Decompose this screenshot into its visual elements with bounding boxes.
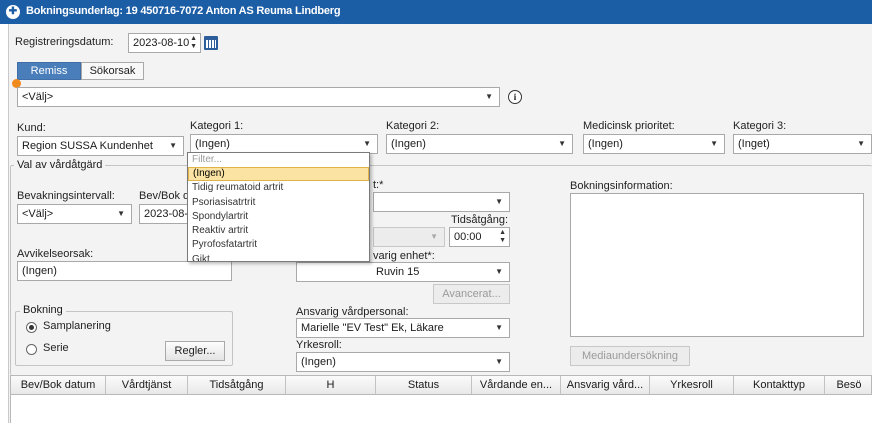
tidsatgang-label: Tidsåtgång: <box>451 214 509 226</box>
chevron-down-icon: ▼ <box>169 141 177 150</box>
date-spinner-icon[interactable]: ▲ ▼ <box>190 35 197 51</box>
serie-label: Serie <box>43 342 69 354</box>
column-header[interactable]: Vårdande en... <box>472 376 561 394</box>
ansvarig-enhet-value: Ruvin 15 <box>376 266 420 278</box>
column-header[interactable]: Tidsåtgång <box>188 376 286 394</box>
remiss-select[interactable]: <Välj> ▼ <box>17 87 500 107</box>
tab-sokorsak[interactable]: Sökorsak <box>81 62 144 80</box>
ansvarig-enhet-select[interactable]: Ruvin 15 ▼ <box>296 262 510 282</box>
kund-select-value: Region SUSSA Kundenhet <box>22 140 153 152</box>
column-header[interactable]: Vårdtjänst <box>106 376 188 394</box>
chevron-down-icon: ▼ <box>495 267 503 276</box>
ansvarig-vardpersonal-select[interactable]: Marielle "EV Test" Ek, Läkare ▼ <box>296 318 510 338</box>
kund-label: Kund: <box>17 122 46 134</box>
regler-button[interactable]: Regler... <box>165 341 225 361</box>
bokningsinformation-label: Bokningsinformation: <box>570 180 673 192</box>
kategori1-option[interactable]: Tidig reumatoid artrit <box>188 181 369 195</box>
calendar-icon[interactable] <box>204 36 218 50</box>
kund-select[interactable]: Region SUSSA Kundenhet ▼ <box>17 136 184 156</box>
registreringsdatum-value: 2023-08-10 <box>133 37 190 49</box>
tidsatgang-value: 00:00 <box>454 231 482 243</box>
kategori1-option[interactable]: Reaktiv artrit <box>188 224 369 238</box>
chevron-down-icon: ▼ <box>495 357 503 366</box>
tab-remiss[interactable]: Remiss <box>17 62 81 80</box>
column-header[interactable]: Status <box>376 376 472 394</box>
avvikelseorsak-value: (Ingen) <box>22 265 57 277</box>
vardtjanst-label-partial: t:* <box>373 179 384 191</box>
info-icon[interactable]: i <box>508 90 522 104</box>
bevakningsintervall-value: <Välj> <box>22 208 54 220</box>
chevron-down-icon: ▼ <box>363 139 371 148</box>
avvikelseorsak-select[interactable]: (Ingen) <box>17 261 232 281</box>
kategori3-label: Kategori 3: <box>733 120 787 132</box>
bevakningsintervall-select[interactable]: <Välj> ▼ <box>17 204 132 224</box>
yrkesroll-select[interactable]: (Ingen) ▼ <box>296 352 510 372</box>
kategori1-filter-input[interactable]: Filter... <box>188 153 369 167</box>
kategori1-dropdown: Filter... (Ingen) Tidig reumatoid artrit… <box>187 152 370 262</box>
remiss-select-value: <Välj> <box>22 91 54 103</box>
column-header[interactable]: Yrkesroll <box>650 376 734 394</box>
kategori1-option[interactable]: Psoriasisatrtrit <box>188 196 369 210</box>
kategori1-select[interactable]: (Ingen) ▼ <box>190 134 378 154</box>
serie-radio[interactable] <box>26 344 37 355</box>
chevron-down-icon: ▼ <box>857 139 865 148</box>
booking-table-header: Bev/Bok datum Vårdtjänst Tidsåtgång H St… <box>10 375 872 395</box>
kategori1-option[interactable]: (Ingen) <box>188 167 369 182</box>
yrkesroll-label: Yrkesroll: <box>296 339 342 351</box>
kategori1-option[interactable]: Pyrofosfatartrit <box>188 238 369 252</box>
kategori2-label: Kategori 2: <box>386 120 440 132</box>
chevron-down-icon: ▼ <box>495 323 503 332</box>
ansvarig-vardpersonal-label: Ansvarig vårdpersonal: <box>296 306 409 318</box>
kategori3-select-value: (Inget) <box>738 138 770 150</box>
window-titlebar: ✚ Bokningsunderlag: 19 450716-7072 Anton… <box>0 0 872 24</box>
tidsatgang-disabled-select: ▼ <box>373 227 445 247</box>
registreringsdatum-field[interactable]: 2023-08-10 ▲ ▼ <box>128 33 201 53</box>
chevron-down-icon: ▼ <box>117 209 125 218</box>
chevron-down-icon: ▼ <box>485 92 493 101</box>
medicinsk-prioritet-select[interactable]: (Ingen) ▼ <box>583 134 725 154</box>
app-logo-icon: ✚ <box>6 5 20 19</box>
column-header[interactable]: Ansvarig vård... <box>561 376 650 394</box>
kategori1-label: Kategori 1: <box>190 120 244 132</box>
medicinsk-prioritet-value: (Ingen) <box>588 138 623 150</box>
vardtjanst-select[interactable]: ▼ <box>373 192 510 212</box>
ansvarig-vardpersonal-value: Marielle "EV Test" Ek, Läkare <box>301 322 444 334</box>
bev-bok-datum-value: 2023-08-1( <box>144 208 188 220</box>
bevakningsintervall-label: Bevakningsintervall: <box>17 190 115 202</box>
time-spinner-icon[interactable]: ▲ ▼ <box>499 229 506 245</box>
kategori1-option[interactable]: Spondylartrit <box>188 210 369 224</box>
column-header[interactable]: Besö <box>825 376 872 394</box>
chevron-down-icon: ▼ <box>710 139 718 148</box>
column-header[interactable]: Kontakttyp <box>734 376 825 394</box>
bev-bok-datum-field[interactable]: 2023-08-1( <box>139 204 189 224</box>
tidsatgang-field[interactable]: 00:00 ▲ ▼ <box>449 227 510 247</box>
bokningsinformation-textarea[interactable] <box>570 193 864 337</box>
registreringsdatum-label: Registreringsdatum: <box>15 36 114 48</box>
booking-table-body[interactable] <box>10 395 872 423</box>
column-header[interactable]: H <box>286 376 376 394</box>
ansvarig-enhet-label: varig enhet*: <box>373 250 435 262</box>
column-header[interactable]: Bev/Bok datum <box>11 376 106 394</box>
kategori3-select[interactable]: (Inget) ▼ <box>733 134 872 154</box>
medicinsk-prioritet-label: Medicinsk prioritet: <box>583 120 675 132</box>
yrkesroll-value: (Ingen) <box>301 356 336 368</box>
val-av-vardatgard-title: Val av vårdåtgärd <box>14 159 106 171</box>
samplanering-radio[interactable] <box>26 322 37 333</box>
kategori1-select-value: (Ingen) <box>195 138 230 150</box>
kategori2-select-value: (Ingen) <box>391 138 426 150</box>
bokning-title: Bokning <box>20 304 66 316</box>
samplanering-label: Samplanering <box>43 320 111 332</box>
chevron-down-icon: ▼ <box>430 232 438 241</box>
kategori2-select[interactable]: (Ingen) ▼ <box>386 134 573 154</box>
mediaundersokning-button[interactable]: Mediaundersökning <box>570 346 690 366</box>
window-title: Bokningsunderlag: 19 450716-7072 Anton A… <box>26 5 341 17</box>
avvikelseorsak-label: Avvikelseorsak: <box>17 248 94 260</box>
chevron-down-icon: ▼ <box>495 197 503 206</box>
kategori1-option[interactable]: Gikt <box>188 253 369 261</box>
chevron-down-icon: ▼ <box>558 139 566 148</box>
avancerat-button[interactable]: Avancerat... <box>433 284 510 304</box>
